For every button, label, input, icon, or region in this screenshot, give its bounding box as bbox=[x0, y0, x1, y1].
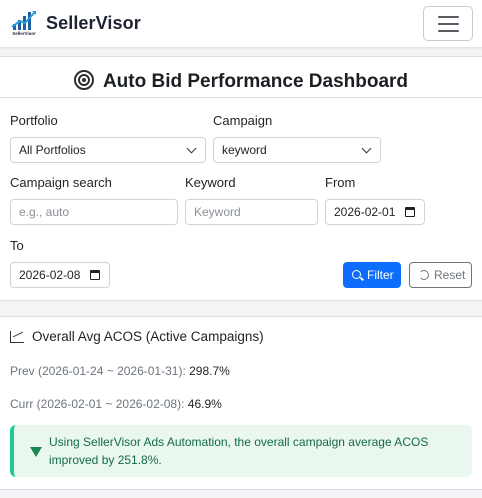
improvement-alert: Using SellerVisor Ads Automation, the ov… bbox=[10, 425, 472, 477]
to-label: To bbox=[10, 238, 24, 253]
campaign-search-label: Campaign search bbox=[10, 175, 112, 190]
top-navbar: SellerVisor SellerVisor bbox=[0, 0, 482, 48]
search-icon bbox=[352, 270, 361, 279]
portfolio-select-value: All Portfolios bbox=[19, 143, 86, 157]
to-date-input[interactable]: 2026-02-08 bbox=[10, 262, 110, 288]
triangle-down-icon bbox=[30, 447, 42, 457]
logo-wordmark: SellerVisor bbox=[12, 31, 36, 36]
hamburger-icon bbox=[438, 16, 459, 18]
sellervisor-logo: SellerVisor bbox=[10, 9, 38, 37]
from-date-input[interactable]: 2026-02-01 bbox=[325, 199, 425, 225]
prev-acos-stat: Prev (2026-01-24 ~ 2026-01-31): 298.7% bbox=[10, 364, 230, 378]
brand[interactable]: SellerVisor SellerVisor bbox=[10, 9, 141, 37]
keyword-input[interactable]: Keyword bbox=[185, 199, 318, 225]
keyword-label: Keyword bbox=[185, 175, 236, 190]
from-label: From bbox=[325, 175, 356, 190]
campaign-search-input[interactable]: e.g., auto bbox=[10, 199, 178, 225]
campaign-select-value: keyword bbox=[222, 143, 267, 157]
to-date-value: 2026-02-08 bbox=[19, 268, 81, 282]
campaign-select[interactable]: keyword bbox=[213, 137, 381, 163]
filter-button[interactable]: Filter bbox=[343, 262, 401, 288]
divider bbox=[0, 97, 482, 98]
reset-button[interactable]: Reset bbox=[409, 262, 472, 288]
line-chart-icon bbox=[10, 330, 24, 343]
page-title-text: Auto Bid Performance Dashboard bbox=[102, 71, 409, 92]
reset-button-label: Reset bbox=[434, 268, 466, 282]
page-title: Auto Bid Performance Dashboard bbox=[0, 70, 482, 93]
calendar-icon[interactable] bbox=[90, 270, 100, 280]
chevron-down-icon bbox=[361, 143, 372, 154]
from-date-value: 2026-02-01 bbox=[334, 205, 396, 219]
campaign-label: Campaign bbox=[213, 113, 273, 128]
summary-heading: Overall Avg ACOS (Active Campaigns) bbox=[10, 329, 264, 344]
chevron-down-icon bbox=[186, 143, 197, 154]
curr-acos-value: 46.9% bbox=[187, 397, 222, 411]
curr-acos-stat: Curr (2026-02-01 ~ 2026-02-08): 46.9% bbox=[10, 397, 222, 411]
target-icon bbox=[73, 70, 94, 90]
reset-icon bbox=[419, 270, 429, 280]
portfolio-select[interactable]: All Portfolios bbox=[10, 137, 206, 163]
calendar-icon[interactable] bbox=[405, 207, 415, 217]
filter-button-label: Filter bbox=[367, 268, 394, 282]
summary-heading-text: Overall Avg ACOS (Active Campaigns) bbox=[32, 329, 264, 344]
brand-name[interactable]: SellerVisor bbox=[46, 13, 141, 34]
improvement-alert-text: Using SellerVisor Ads Automation, the ov… bbox=[49, 435, 429, 467]
menu-toggle-button[interactable] bbox=[423, 6, 473, 41]
prev-acos-value: 298.7% bbox=[189, 364, 230, 378]
portfolio-label: Portfolio bbox=[10, 113, 58, 128]
